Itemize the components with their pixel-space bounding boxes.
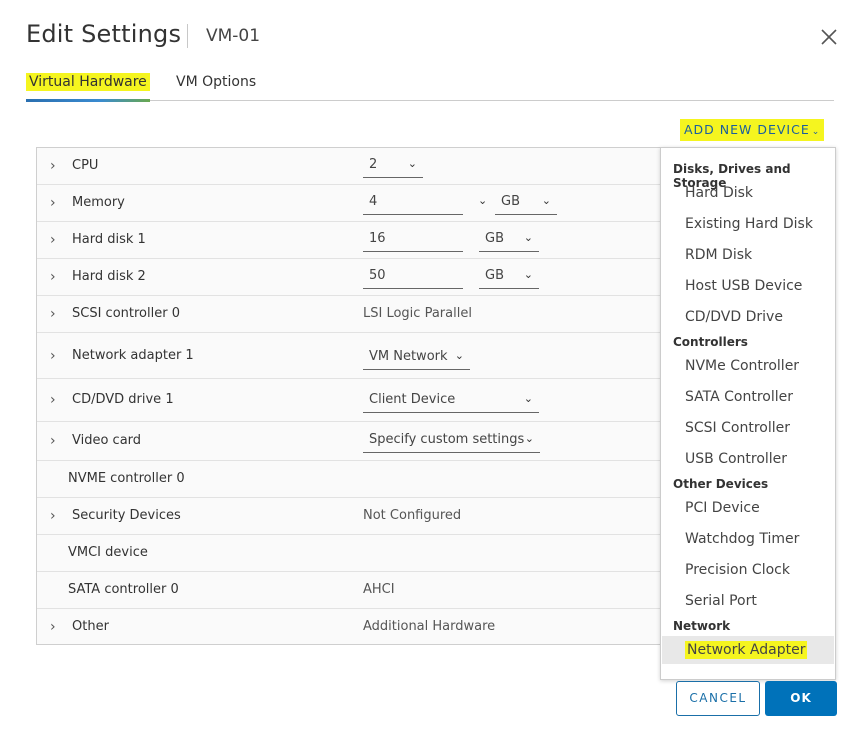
title-divider [187, 24, 188, 48]
cpu-select[interactable]: 2 ⌄ [363, 154, 423, 178]
menu-item-precision-clock[interactable]: Precision Clock [685, 562, 790, 578]
tab-virtual-hardware[interactable]: Virtual Hardware [26, 73, 150, 102]
chevron-right-icon[interactable]: › [50, 231, 64, 249]
menu-item-pci-device[interactable]: PCI Device [685, 500, 760, 516]
hard-disk-2-size: 50 [369, 268, 386, 283]
chevron-down-icon: ⌄ [454, 349, 464, 362]
hw-label: SCSI controller 0 [72, 306, 180, 321]
hw-value: AHCI [363, 582, 395, 597]
close-icon [821, 29, 837, 45]
chevron-down-icon[interactable]: ⌄ [478, 194, 487, 207]
menu-item-existing-hard-disk[interactable]: Existing Hard Disk [685, 216, 813, 232]
hw-label: VMCI device [68, 545, 148, 560]
chevron-down-icon: ⌄ [811, 127, 821, 137]
menu-item-network-adapter[interactable]: Network Adapter [662, 636, 834, 664]
network-value: VM Network [369, 349, 448, 364]
menu-header-network: Network [673, 619, 731, 633]
hard-disk-1-unit-select[interactable]: GB ⌄ [479, 228, 539, 252]
tab-label: VM Options [176, 74, 257, 90]
hw-label: CD/DVD drive 1 [72, 392, 174, 407]
hard-disk-2-unit-select[interactable]: GB ⌄ [479, 265, 539, 289]
chevron-right-icon[interactable]: › [50, 618, 64, 636]
video-card-select[interactable]: Specify custom settings ⌄ [363, 429, 540, 453]
hw-value: Not Configured [363, 508, 462, 523]
menu-item-sata-controller[interactable]: SATA Controller [685, 389, 793, 405]
cd-dvd-select[interactable]: Client Device ⌄ [363, 389, 539, 413]
add-new-device-label: ADD NEW DEVICE [684, 122, 810, 137]
menu-item-scsi-controller[interactable]: SCSI Controller [685, 420, 790, 436]
network-select[interactable]: VM Network ⌄ [363, 346, 470, 370]
menu-header-controllers: Controllers [673, 335, 748, 349]
menu-item-watchdog-timer[interactable]: Watchdog Timer [685, 531, 799, 547]
chevron-right-icon[interactable]: › [50, 268, 64, 286]
chevron-right-icon[interactable]: › [50, 157, 64, 175]
dialog-title: Edit Settings [26, 20, 182, 48]
close-button[interactable] [818, 26, 840, 48]
hard-disk-1-size: 16 [369, 231, 386, 246]
hw-label: Hard disk 1 [72, 232, 146, 247]
memory-input[interactable]: 4 [363, 191, 463, 215]
chevron-down-icon: ⌄ [523, 231, 533, 244]
tab-bar: Virtual Hardware VM Options [26, 68, 834, 102]
hw-label: Security Devices [72, 508, 181, 523]
hard-disk-1-unit: GB [485, 231, 504, 246]
memory-unit-select[interactable]: GB ⌄ [495, 191, 557, 215]
tab-vm-options[interactable]: VM Options [176, 74, 256, 101]
tab-label: Virtual Hardware [26, 73, 150, 91]
hw-label: Network adapter 1 [72, 347, 194, 363]
hw-label: Video card [72, 433, 142, 448]
chevron-right-icon[interactable]: › [50, 507, 64, 525]
menu-item-hard-disk[interactable]: Hard Disk [685, 185, 753, 201]
add-new-device-button[interactable]: ADD NEW DEVICE ⌄ [680, 119, 825, 141]
hw-value: Additional Hardware [363, 619, 496, 634]
vm-name: VM-01 [206, 26, 261, 46]
ok-button[interactable]: OK [765, 681, 837, 716]
hw-label: Hard disk 2 [72, 269, 146, 284]
cd-dvd-value: Client Device [369, 392, 456, 407]
hard-disk-2-unit: GB [485, 268, 504, 283]
menu-item-rdm-disk[interactable]: RDM Disk [685, 247, 752, 263]
chevron-down-icon: ⌄ [541, 194, 551, 207]
menu-item-cd-dvd-drive[interactable]: CD/DVD Drive [685, 309, 783, 325]
hard-disk-1-size-input[interactable]: 16 [363, 228, 463, 252]
chevron-right-icon[interactable]: › [50, 432, 64, 450]
cpu-value: 2 [369, 157, 378, 172]
menu-item-host-usb-device[interactable]: Host USB Device [685, 278, 802, 294]
menu-item-usb-controller[interactable]: USB Controller [685, 451, 787, 467]
chevron-down-icon: ⌄ [523, 268, 533, 281]
chevron-down-icon: ⌄ [523, 392, 533, 405]
chevron-right-icon[interactable]: › [50, 305, 64, 323]
chevron-down-icon: ⌄ [524, 432, 534, 445]
hard-disk-2-size-input[interactable]: 50 [363, 265, 463, 289]
chevron-right-icon[interactable]: › [50, 194, 64, 212]
menu-item-serial-port[interactable]: Serial Port [685, 593, 757, 609]
cancel-button[interactable]: CANCEL [676, 681, 760, 716]
menu-item-nvme-controller[interactable]: NVMe Controller [685, 358, 799, 374]
hw-label: Other [72, 619, 109, 634]
hw-value: LSI Logic Parallel [363, 306, 472, 321]
memory-value: 4 [369, 194, 378, 209]
menu-header-other-devices: Other Devices [673, 477, 769, 491]
video-card-value: Specify custom settings [369, 432, 525, 447]
hw-label: SATA controller 0 [68, 582, 179, 597]
memory-unit: GB [501, 194, 520, 209]
hw-label: CPU [72, 158, 99, 173]
hw-label: Memory [72, 195, 125, 210]
menu-item-label: Network Adapter [685, 641, 808, 659]
chevron-right-icon[interactable]: › [50, 391, 64, 409]
hw-label: NVME controller 0 [68, 471, 185, 486]
add-device-menu: Disks, Drives and Storage Hard Disk Exis… [660, 147, 836, 680]
chevron-right-icon[interactable]: › [50, 347, 64, 365]
chevron-down-icon: ⌄ [407, 157, 417, 170]
